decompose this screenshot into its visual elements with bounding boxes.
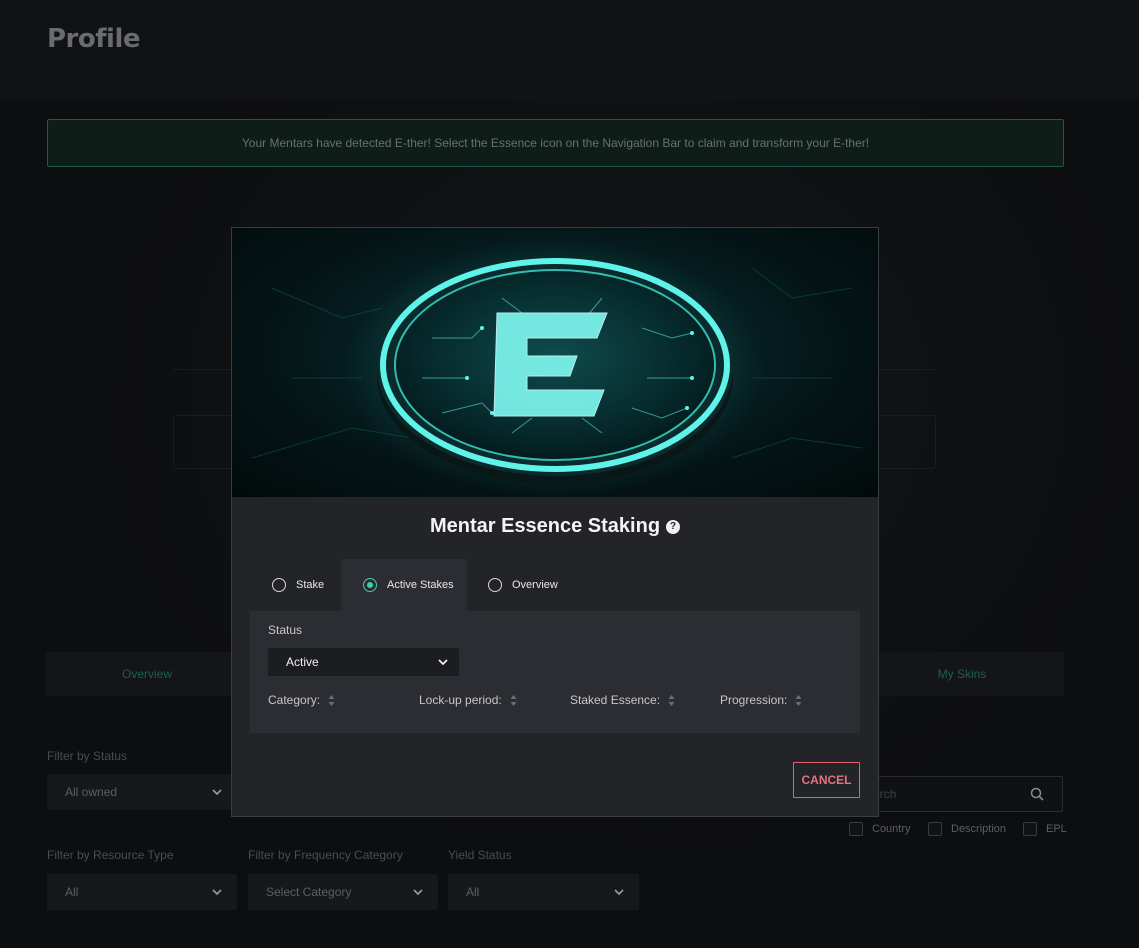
chevron-down-icon — [212, 889, 222, 896]
column-lock-up-period[interactable]: Lock-up period: — [419, 693, 517, 707]
checkbox-label: EPL — [1046, 823, 1067, 835]
modal-title-text: Mentar Essence Staking — [429, 515, 661, 537]
essence-hero-image — [232, 228, 878, 497]
radio-stake[interactable] — [272, 578, 286, 592]
column-staked-essence[interactable]: Staked Essence: — [570, 693, 675, 707]
tab-overview[interactable]: Overview — [46, 652, 248, 696]
tab-active-stakes-label: Active Stakes — [387, 579, 454, 591]
ether-notice-banner: Your Mentars have detected E-ther! Selec… — [47, 119, 1064, 167]
chevron-down-icon — [438, 659, 448, 666]
filter-frequency-category-value: Select Category — [266, 885, 352, 899]
status-select[interactable]: Active — [268, 648, 459, 676]
cancel-button[interactable]: CANCEL — [793, 762, 860, 798]
sort-icon[interactable] — [795, 694, 802, 707]
checkbox-description[interactable]: Description — [928, 822, 1006, 836]
status-value: Active — [286, 655, 319, 669]
tab-my-skins[interactable]: My Skins — [861, 652, 1063, 696]
sort-icon[interactable] — [668, 694, 675, 707]
tab-active-stakes[interactable]: Active Stakes — [341, 559, 467, 611]
column-progression[interactable]: Progression: — [720, 693, 802, 707]
checkbox-box[interactable] — [1023, 822, 1037, 836]
column-category[interactable]: Category: — [268, 693, 335, 707]
column-staked-essence-label: Staked Essence: — [570, 693, 661, 707]
filter-frequency-category-select[interactable]: Select Category — [248, 874, 438, 910]
page-header — [0, 0, 1139, 100]
checkbox-label: Country — [872, 823, 911, 835]
checkbox-label: Description — [951, 823, 1007, 835]
tab-overview-label: Overview — [512, 579, 558, 591]
column-lock-up-label: Lock-up period: — [419, 693, 502, 707]
filter-resource-type-select[interactable]: All — [47, 874, 237, 910]
checkbox-epl[interactable]: EPL — [1023, 822, 1067, 836]
status-label: Status — [268, 623, 303, 637]
modal-title: Mentar Essence Staking? — [232, 515, 878, 538]
search-input[interactable]: arch — [862, 776, 1063, 812]
filter-yield-status-value: All — [466, 885, 480, 899]
filter-status-value: All owned — [65, 785, 118, 799]
radio-active-stakes[interactable] — [363, 578, 377, 592]
filter-yield-status-label: Yield Status — [448, 848, 512, 862]
chevron-down-icon — [212, 789, 222, 796]
essence-staking-modal: Mentar Essence Staking? Stake Active Sta… — [231, 227, 879, 817]
active-stakes-panel: Status Active Category: Lock-up period: … — [250, 611, 860, 733]
filter-resource-type-value: All — [65, 885, 79, 899]
filter-yield-status-select[interactable]: All — [448, 874, 639, 910]
sort-icon[interactable] — [510, 694, 517, 707]
filter-status-label: Filter by Status — [47, 749, 128, 763]
radio-overview[interactable] — [488, 578, 502, 592]
page-title: Profile — [47, 24, 141, 54]
checkbox-box[interactable] — [849, 822, 863, 836]
column-category-label: Category: — [268, 693, 321, 707]
filter-status-select[interactable]: All owned — [47, 774, 237, 810]
checkbox-country[interactable]: Country — [849, 822, 911, 836]
column-progression-label: Progression: — [720, 693, 788, 707]
sort-icon[interactable] — [328, 694, 335, 707]
chevron-down-icon — [614, 889, 624, 896]
notice-text: Your Mentars have detected E-ther! Selec… — [241, 136, 870, 150]
chevron-down-icon — [413, 889, 423, 896]
filter-frequency-category-label: Filter by Frequency Category — [248, 848, 403, 862]
checkbox-box[interactable] — [928, 822, 942, 836]
filter-resource-type-label: Filter by Resource Type — [47, 848, 174, 862]
help-icon[interactable]: ? — [666, 520, 681, 534]
tab-stake-label: Stake — [296, 579, 325, 591]
search-icon[interactable] — [1030, 787, 1044, 801]
tab-overview-modal[interactable]: Overview — [488, 559, 588, 611]
tab-stake[interactable]: Stake — [272, 559, 342, 611]
essence-coin-icon — [251, 238, 863, 497]
